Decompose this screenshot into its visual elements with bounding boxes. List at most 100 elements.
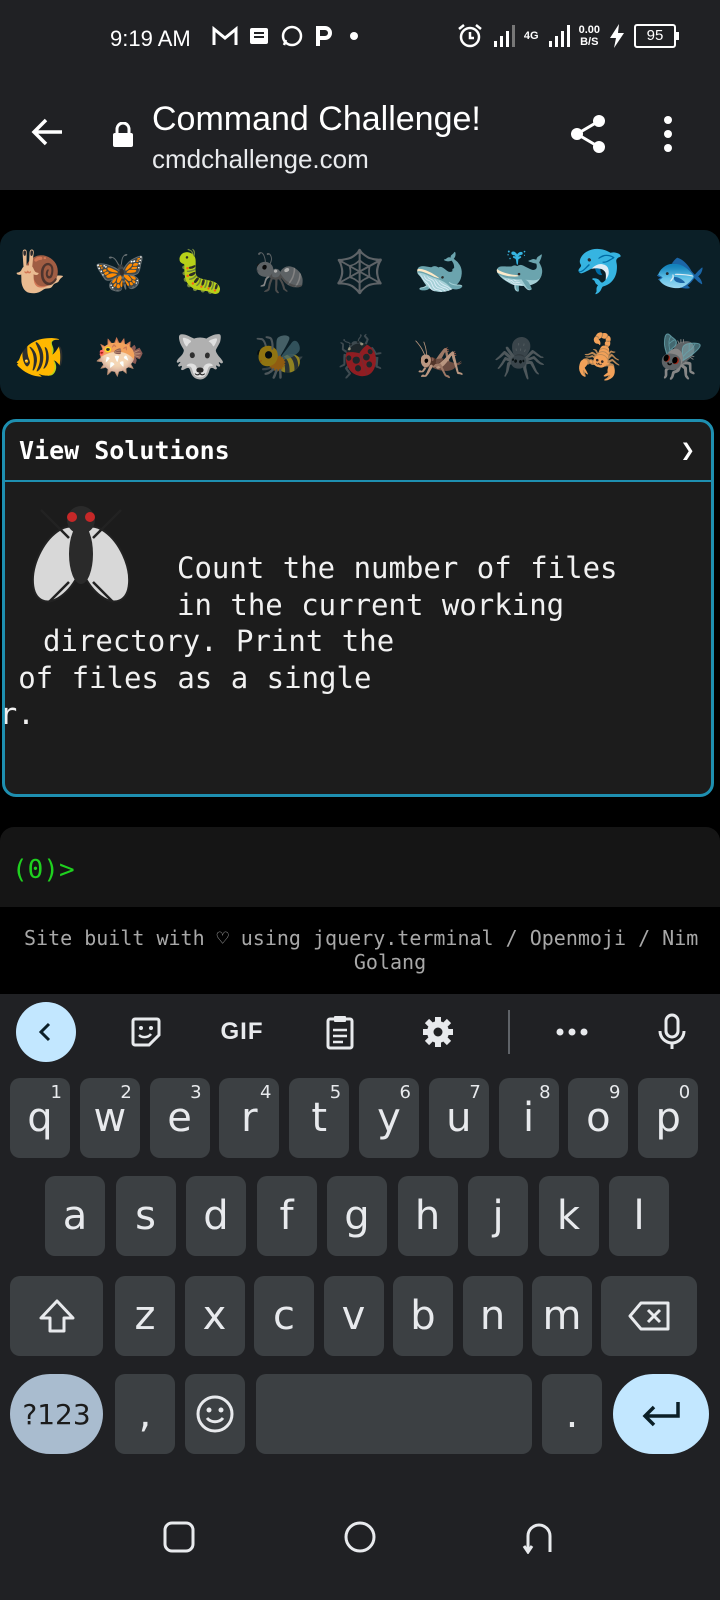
chevron-right-icon[interactable]: ❯ xyxy=(681,436,695,464)
challenge-emoji[interactable]: 🦂 xyxy=(560,315,640,400)
key-r[interactable]: r4 xyxy=(219,1078,280,1158)
back-arrow-icon[interactable] xyxy=(26,110,70,154)
challenge-emoji[interactable]: 🐡 xyxy=(80,315,160,400)
net-speed: 0.00 B/S xyxy=(579,24,600,48)
more-options-icon[interactable] xyxy=(660,114,676,154)
key-t[interactable]: t5 xyxy=(289,1078,350,1158)
key-y[interactable]: y6 xyxy=(359,1078,419,1158)
home-icon[interactable] xyxy=(343,1520,377,1554)
challenge-emoji[interactable]: 🪰 xyxy=(640,315,720,400)
backspace-key[interactable] xyxy=(601,1276,697,1356)
task-line: directory. Print the xyxy=(43,624,395,658)
key-label: l xyxy=(633,1193,645,1239)
key-label: k xyxy=(556,1193,581,1239)
challenge-emoji[interactable]: 🐺 xyxy=(160,315,240,400)
key-s[interactable]: s xyxy=(115,1176,176,1256)
key-n[interactable]: n xyxy=(462,1276,523,1356)
signal-icon-2 xyxy=(548,25,570,47)
key-hint: 3 xyxy=(190,1082,202,1103)
key-a[interactable]: a xyxy=(45,1176,105,1256)
challenge-emoji[interactable]: 🐞 xyxy=(320,315,400,400)
clipboard-icon xyxy=(326,1016,354,1050)
challenge-emoji[interactable]: 🐠 xyxy=(0,315,80,400)
key-label: q xyxy=(27,1095,53,1141)
challenge-emoji[interactable]: 🐬 xyxy=(560,230,640,315)
key-label: a xyxy=(62,1193,88,1239)
view-solutions-header[interactable]: View Solutions ❯ xyxy=(5,422,711,482)
keyboard-back-button[interactable] xyxy=(16,1002,76,1062)
challenge-emoji[interactable]: 🦗 xyxy=(400,315,480,400)
key-h[interactable]: h xyxy=(397,1176,458,1256)
challenge-emoji[interactable]: 🐌 xyxy=(0,230,80,315)
settings-button[interactable] xyxy=(408,1002,468,1062)
key-label: u xyxy=(446,1095,472,1141)
alarm-icon xyxy=(458,24,482,48)
shift-key[interactable] xyxy=(10,1276,103,1356)
soft-keyboard: GIF q1w2e3r4t5y6u7i8o9p0asdfghjklzxcvbnm… xyxy=(0,994,720,1472)
chevron-left-icon xyxy=(38,1022,51,1042)
clipboard-button[interactable] xyxy=(310,1002,370,1062)
voice-input-button[interactable] xyxy=(642,1002,702,1062)
challenge-emoji[interactable]: 🐋 xyxy=(400,230,480,315)
enter-key[interactable] xyxy=(613,1374,709,1454)
key-o[interactable]: o9 xyxy=(568,1078,629,1158)
key-label: c xyxy=(273,1293,295,1339)
gif-label: GIF xyxy=(220,1018,264,1045)
challenge-emoji[interactable]: 🐝 xyxy=(240,315,320,400)
key-f[interactable]: f xyxy=(256,1176,317,1256)
microphone-icon xyxy=(658,1013,686,1049)
sticker-button[interactable] xyxy=(116,1002,176,1062)
emoji-key[interactable] xyxy=(185,1374,245,1454)
page-title[interactable]: Command Challenge! xyxy=(152,100,481,139)
key-w[interactable]: w2 xyxy=(79,1078,140,1158)
key-k[interactable]: k xyxy=(538,1176,599,1256)
key-u[interactable]: u7 xyxy=(428,1078,489,1158)
key-x[interactable]: x xyxy=(184,1276,245,1356)
whatsapp-icon xyxy=(281,25,303,47)
gif-button[interactable]: GIF xyxy=(212,1002,272,1062)
challenge-emoji[interactable]: 🦋 xyxy=(80,230,160,315)
key-p[interactable]: p0 xyxy=(638,1078,699,1158)
key-v[interactable]: v xyxy=(323,1276,384,1356)
key-j[interactable]: j xyxy=(468,1176,528,1256)
key-hint: 5 xyxy=(329,1082,342,1103)
challenge-emoji[interactable]: 🐜 xyxy=(240,230,320,315)
key-label: r xyxy=(241,1095,258,1141)
symbols-key[interactable]: ?123 xyxy=(10,1374,103,1454)
challenge-emoji[interactable]: 🐳 xyxy=(480,230,560,315)
lock-icon[interactable] xyxy=(112,122,134,148)
back-nav-icon[interactable] xyxy=(522,1520,556,1554)
task-line: number of files as a single xyxy=(0,660,372,695)
challenge-emoji[interactable]: 🕷️ xyxy=(480,315,560,400)
fly-icon xyxy=(31,506,131,603)
browser-toolbar: Command Challenge! cmdchallenge.com xyxy=(0,80,720,190)
comma-key[interactable]: , xyxy=(115,1374,175,1454)
key-d[interactable]: d xyxy=(186,1176,246,1256)
enter-icon xyxy=(642,1402,680,1427)
site-footer: Site built with ♡ using jquery.terminal … xyxy=(0,922,720,994)
challenge-emoji[interactable]: 🐛 xyxy=(160,230,240,315)
key-c[interactable]: c xyxy=(254,1276,314,1356)
terminal-input[interactable]: (0)> xyxy=(0,827,720,907)
recents-icon[interactable] xyxy=(162,1520,196,1554)
url-text[interactable]: cmdchallenge.com xyxy=(152,144,369,175)
challenge-card: View Solutions ❯ Count the number of fil… xyxy=(0,419,714,797)
key-l[interactable]: l xyxy=(609,1176,669,1256)
key-hint: 4 xyxy=(259,1082,272,1103)
key-b[interactable]: b xyxy=(393,1276,453,1356)
key-z[interactable]: z xyxy=(115,1276,175,1356)
space-key[interactable] xyxy=(256,1374,532,1454)
period-key[interactable]: . xyxy=(542,1374,602,1454)
challenge-emoji[interactable]: 🐟 xyxy=(640,230,720,315)
key-m[interactable]: m xyxy=(532,1276,592,1356)
more-tools-button[interactable] xyxy=(542,1002,602,1062)
key-g[interactable]: g xyxy=(327,1176,387,1256)
key-i[interactable]: i8 xyxy=(498,1078,559,1158)
key-e[interactable]: e3 xyxy=(149,1078,210,1158)
key-q[interactable]: q1 xyxy=(10,1078,70,1158)
key-label: y xyxy=(377,1095,401,1141)
net-speed-value: 0.00 xyxy=(578,24,600,36)
message-icon xyxy=(250,28,268,44)
challenge-emoji[interactable]: 🕸️ xyxy=(320,230,400,315)
share-icon[interactable] xyxy=(568,114,608,154)
